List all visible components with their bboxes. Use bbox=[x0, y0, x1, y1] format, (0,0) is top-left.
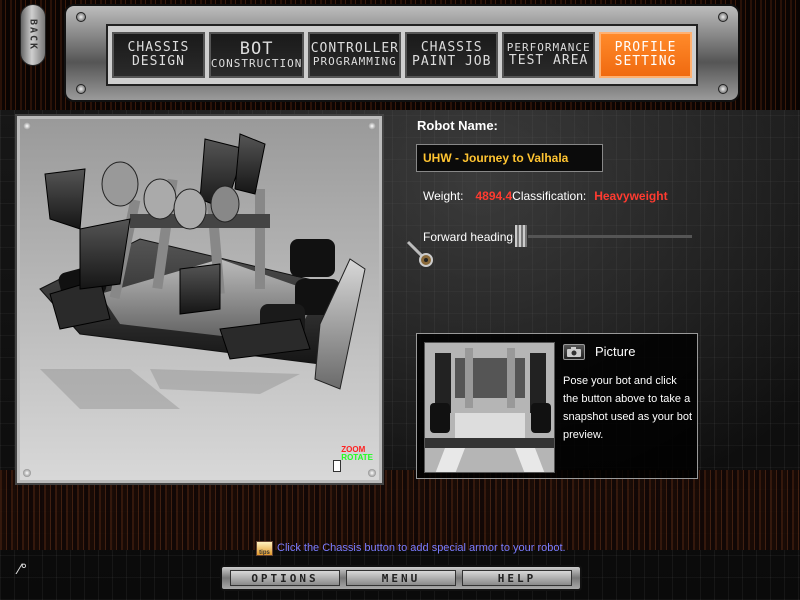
forward-heading-slider[interactable] bbox=[512, 224, 692, 248]
robot-preview-image bbox=[425, 343, 554, 472]
camera-snapshot-button[interactable] bbox=[563, 344, 585, 360]
tab-chassis-paint-job[interactable]: CHASSIS PAINT JOB bbox=[405, 32, 499, 78]
bottom-menu-bar: OPTIONS MENU HELP bbox=[220, 565, 582, 591]
slider-thumb[interactable] bbox=[514, 224, 528, 248]
tab-line2: SETTING bbox=[614, 54, 677, 69]
picture-description: Pose your bot and click the button above… bbox=[563, 375, 693, 441]
top-nav-frame: CHASSIS DESIGN BOT CONSTRUCTION CONTROLL… bbox=[64, 4, 740, 102]
screw-icon bbox=[23, 469, 31, 477]
tab-line1: CHASSIS bbox=[127, 39, 190, 55]
classification-value: Heavyweight bbox=[594, 189, 668, 203]
tab-line1: CONTROLLER bbox=[310, 40, 399, 56]
screw-icon bbox=[368, 469, 376, 477]
screw-icon bbox=[368, 122, 376, 130]
back-button-label: BACK bbox=[27, 18, 39, 52]
tips-text: Click the Chassis button to add special … bbox=[277, 542, 566, 554]
picture-title: Picture bbox=[595, 344, 636, 359]
heading-dial-icon bbox=[406, 240, 433, 267]
tab-line2: PAINT JOB bbox=[412, 54, 492, 69]
tab-line1: BOT bbox=[239, 38, 274, 59]
menu-button[interactable]: MENU bbox=[346, 570, 456, 586]
tab-line1: CHASSIS bbox=[420, 39, 483, 55]
bolt-icon bbox=[718, 84, 728, 94]
options-button[interactable]: OPTIONS bbox=[230, 570, 340, 586]
picture-panel: Picture Pose your bot and click the butt… bbox=[416, 333, 698, 479]
robot-3d-model bbox=[39, 133, 366, 409]
top-nav: CHASSIS DESIGN BOT CONSTRUCTION CONTROLL… bbox=[106, 24, 698, 86]
tab-line2: PROGRAMMING bbox=[312, 55, 397, 69]
help-button[interactable]: HELP bbox=[462, 570, 572, 586]
tab-line2: DESIGN bbox=[131, 54, 185, 69]
bolt-icon bbox=[76, 12, 86, 22]
rotate-label: ROTATE bbox=[341, 453, 373, 462]
back-button[interactable]: BACK bbox=[20, 4, 46, 66]
robot-name-field[interactable]: UHW - Journey to Valhala bbox=[416, 144, 603, 172]
zoom-rotate-legend: ZOOM ROTATE bbox=[341, 446, 373, 462]
tab-controller-programming[interactable]: CONTROLLER PROGRAMMING bbox=[308, 32, 402, 78]
mouse-icon bbox=[333, 460, 341, 472]
tab-performance-test-area[interactable]: PERFORMANCE TEST AREA bbox=[502, 32, 596, 78]
weight-value: 4894.4 bbox=[475, 189, 513, 203]
tab-line1: PROFILE bbox=[614, 39, 677, 55]
weight-label: Weight: bbox=[423, 189, 464, 203]
tab-profile-setting[interactable]: PROFILE SETTING bbox=[599, 32, 693, 78]
tab-bot-construction[interactable]: BOT CONSTRUCTION bbox=[208, 32, 305, 78]
weight-classification-row: Weight: 4894.4 Classification: Heavyweig… bbox=[423, 189, 668, 203]
tips-icon: tips bbox=[256, 541, 273, 556]
corner-logo-icon: ⁄° bbox=[18, 562, 28, 578]
bolt-icon bbox=[76, 84, 86, 94]
robot-name-value: UHW - Journey to Valhala bbox=[423, 151, 569, 165]
bolt-icon bbox=[718, 12, 728, 22]
robot-name-label: Robot Name: bbox=[417, 118, 498, 133]
slider-track bbox=[512, 235, 692, 238]
robot-preview-thumbnail bbox=[424, 342, 555, 473]
tab-line2: CONSTRUCTION bbox=[210, 57, 303, 71]
screw-icon bbox=[23, 122, 31, 130]
tab-chassis-design[interactable]: CHASSIS DESIGN bbox=[112, 32, 205, 78]
camera-icon bbox=[567, 347, 581, 357]
tab-line2: TEST AREA bbox=[508, 52, 589, 68]
robot-3d-viewport[interactable]: ZOOM ROTATE bbox=[15, 114, 384, 485]
classification-label: Classification: bbox=[512, 189, 587, 203]
